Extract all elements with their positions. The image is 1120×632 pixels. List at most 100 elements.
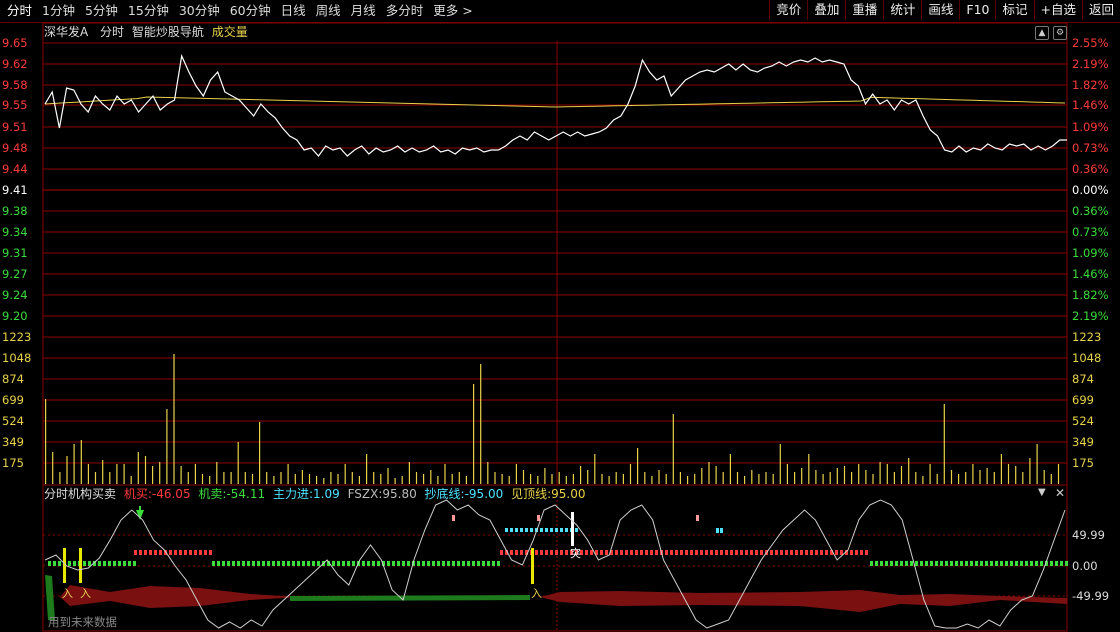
green-signal-bar [1020, 561, 1023, 566]
intraday-chart[interactable] [0, 0, 1120, 632]
volume-bar [473, 384, 475, 484]
green-signal-bar [133, 561, 136, 566]
green-signal-bar [452, 561, 455, 566]
green-signal-bar [83, 561, 86, 566]
volume-bar [1036, 444, 1038, 484]
dropdown-icon[interactable]: ▼ [1038, 487, 1046, 498]
red-signal-bar [715, 550, 718, 555]
volume-bar [187, 472, 189, 484]
marker-tu: 突 [570, 547, 581, 560]
green-signal-bar [103, 561, 106, 566]
volume-bar [209, 476, 211, 484]
stock-name[interactable]: 深华发A [44, 25, 88, 39]
volume-bar [123, 464, 125, 484]
green-signal-bar [362, 561, 365, 566]
jianding-value: 95.00 [551, 487, 586, 501]
green-signal-bar [217, 561, 220, 566]
volume-bar [237, 442, 239, 484]
indicator-title[interactable]: 分时机构买卖 [44, 487, 116, 501]
green-signal-bar [1035, 561, 1038, 566]
volume-bar [580, 466, 582, 484]
volume-bar [708, 462, 710, 484]
volume-bar [851, 472, 853, 484]
volume-bar [558, 472, 560, 484]
volume-bar [301, 470, 303, 484]
green-signal-bar [88, 561, 91, 566]
green-signal-bar [945, 561, 948, 566]
volume-bar [622, 474, 624, 484]
green-signal-bar [940, 561, 943, 566]
jimai2-label: 机卖: [198, 487, 227, 501]
green-signal-bar [910, 561, 913, 566]
pink-marker [452, 515, 455, 521]
volume-bar [52, 452, 54, 484]
red-signal-bar [510, 550, 513, 555]
red-signal-bar [615, 550, 618, 555]
green-signal-bar [950, 561, 953, 566]
green-signal-bar [407, 561, 410, 566]
price-tick-left: 9.24 [2, 288, 28, 302]
volume-bar [829, 472, 831, 484]
volume-bar [401, 476, 403, 484]
volume-bar [858, 464, 860, 484]
red-signal-bar [605, 550, 608, 555]
nav-label[interactable]: 智能炒股导航 [132, 25, 204, 39]
fszx-label: FSZX: [347, 487, 383, 501]
red-signal-bar [189, 550, 192, 555]
volume-tick-left: 699 [2, 393, 24, 407]
volume-bar [979, 470, 981, 484]
volume-bar [308, 474, 311, 484]
green-signal-bar [392, 561, 395, 566]
price-tick-left: 9.34 [2, 225, 28, 239]
volume-bar [679, 472, 681, 484]
volume-bar [801, 468, 803, 484]
volume-bar [394, 478, 396, 484]
settings-icon[interactable]: ⚙ [1053, 26, 1067, 40]
percent-tick-right: 2.19% [1072, 309, 1109, 323]
red-signal-bar [560, 550, 563, 555]
green-signal-bar [487, 561, 490, 566]
volume-bar [515, 464, 517, 484]
red-signal-bar [540, 550, 543, 555]
green-signal-bar [900, 561, 903, 566]
red-signal-bar [710, 550, 713, 555]
green-signal-bar [123, 561, 126, 566]
volume-bar [130, 476, 132, 484]
price-tick-left: 9.44 [2, 162, 28, 176]
volume-bar [415, 472, 418, 484]
green-signal-bar [985, 561, 988, 566]
volume-bar [565, 476, 567, 484]
volume-bar [380, 474, 382, 484]
volume-bar [915, 472, 917, 484]
volume-tick-left: 874 [2, 372, 24, 386]
green-signal-bar [1010, 561, 1013, 566]
cyan-signal-bar [525, 528, 528, 532]
volume-bar [480, 364, 482, 484]
volume-bar [508, 476, 510, 484]
volume-bar [772, 474, 774, 484]
green-signal-bar [397, 561, 400, 566]
volume-bar [337, 474, 339, 484]
percent-tick-right: 0.00% [1072, 183, 1109, 197]
red-signal-bar [810, 550, 813, 555]
volume-tick-left: 1223 [2, 330, 32, 344]
jimai2-value: -54.11 [226, 487, 266, 501]
jimai-label: 机买: [123, 487, 152, 501]
red-signal-bar [139, 550, 142, 555]
volume-bar [266, 472, 268, 484]
red-signal-bar [199, 550, 202, 555]
mode-label: 分时 [100, 25, 125, 39]
volume-bar [651, 476, 653, 484]
volume-bar [993, 472, 995, 484]
green-signal-bar [247, 561, 250, 566]
close-icon[interactable]: ✕ [1055, 486, 1065, 500]
green-signal-bar [317, 561, 320, 566]
green-signal-bar [282, 561, 285, 566]
volume-bar [244, 472, 246, 484]
percent-tick-right: 0.36% [1072, 162, 1109, 176]
up-arrow-icon[interactable]: ▲ [1035, 26, 1049, 40]
green-signal-bar [432, 561, 435, 566]
green-signal-bar [895, 561, 898, 566]
green-signal-bar [232, 561, 235, 566]
red-signal-bar [520, 550, 523, 555]
